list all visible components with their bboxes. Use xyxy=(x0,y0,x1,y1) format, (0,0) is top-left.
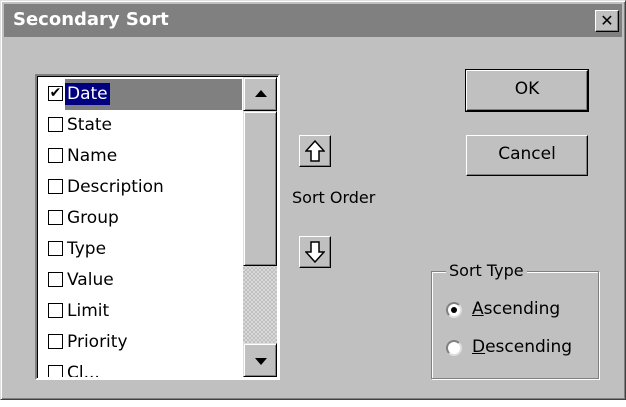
accelerator-key: D xyxy=(472,337,486,357)
list-item-label: Cl... xyxy=(67,363,100,377)
checkbox[interactable] xyxy=(48,272,63,287)
list-item-label: Description xyxy=(67,177,164,197)
ascending-radio[interactable]: Ascending xyxy=(446,298,594,322)
list-item-label: Priority xyxy=(67,332,128,352)
checkbox[interactable] xyxy=(48,303,63,318)
list-item-state[interactable]: State xyxy=(40,110,242,141)
checkbox[interactable] xyxy=(48,334,63,349)
close-button[interactable]: ✕ xyxy=(595,10,619,32)
list-item-name[interactable]: Name xyxy=(40,141,242,172)
ok-button[interactable]: OK xyxy=(465,69,589,112)
list-item-label: Name xyxy=(67,146,118,166)
move-down-button[interactable] xyxy=(299,236,331,268)
window-title: Secondary Sort xyxy=(13,9,169,30)
checkbox[interactable]: ✔ xyxy=(48,86,63,101)
label-rest: scending xyxy=(483,299,561,319)
label-rest: escending xyxy=(485,337,573,357)
list-item-label: State xyxy=(67,115,112,135)
list-item-group[interactable]: Group xyxy=(40,203,242,234)
checkbox[interactable] xyxy=(48,148,63,163)
checkbox[interactable] xyxy=(48,179,63,194)
sort-fields-list: ✔ Date State Name Description Group Type… xyxy=(40,79,242,377)
radio-selected-icon[interactable] xyxy=(446,302,462,318)
secondary-sort-dialog: Secondary Sort ✕ ✔ Date State Name Descr… xyxy=(0,0,626,400)
descending-radio[interactable]: Descending xyxy=(446,336,594,360)
checkbox[interactable] xyxy=(48,365,63,377)
sort-order-label: Sort Order xyxy=(292,188,376,207)
list-scrollbar[interactable] xyxy=(243,77,277,377)
list-item-label: Type xyxy=(67,239,107,259)
checkbox[interactable] xyxy=(48,241,63,256)
arrow-down-icon xyxy=(305,241,325,263)
checkmark-icon: ✔ xyxy=(49,85,62,101)
checkbox[interactable] xyxy=(48,117,63,132)
list-item-priority[interactable]: Priority xyxy=(40,327,242,358)
scroll-up-button[interactable] xyxy=(243,77,277,111)
list-item-label: Group xyxy=(67,208,119,228)
list-item-date[interactable]: ✔ Date xyxy=(40,79,242,110)
list-item-label: Date xyxy=(65,83,110,105)
list-item-description[interactable]: Description xyxy=(40,172,242,203)
checkbox[interactable] xyxy=(48,210,63,225)
radio-dot xyxy=(451,307,457,313)
list-item-limit[interactable]: Limit xyxy=(40,296,242,327)
ascending-label: Ascending xyxy=(472,299,560,319)
scroll-down-button[interactable] xyxy=(243,343,277,377)
list-item-value[interactable]: Value xyxy=(40,265,242,296)
close-icon: ✕ xyxy=(600,11,614,30)
list-item-label: Limit xyxy=(67,301,110,321)
arrow-up-icon xyxy=(305,140,325,162)
title-bar[interactable]: Secondary Sort ✕ xyxy=(4,4,622,37)
sort-fields-listbox[interactable]: ✔ Date State Name Description Group Type… xyxy=(35,74,280,380)
list-item-type[interactable]: Type xyxy=(40,234,242,265)
cancel-button[interactable]: Cancel xyxy=(466,135,588,176)
triangle-up-icon xyxy=(255,90,267,97)
list-item-label: Value xyxy=(67,270,114,290)
descending-label: Descending xyxy=(472,337,572,357)
triangle-down-icon xyxy=(255,358,267,365)
sort-type-title: Sort Type xyxy=(446,261,527,280)
sort-type-group: Sort Type Ascending Descending xyxy=(431,261,599,379)
scroll-thumb[interactable] xyxy=(243,111,277,266)
move-up-button[interactable] xyxy=(299,135,331,167)
radio-unselected-icon[interactable] xyxy=(446,340,462,356)
list-item-partial[interactable]: Cl... xyxy=(40,358,242,377)
accelerator-key: A xyxy=(472,299,484,319)
